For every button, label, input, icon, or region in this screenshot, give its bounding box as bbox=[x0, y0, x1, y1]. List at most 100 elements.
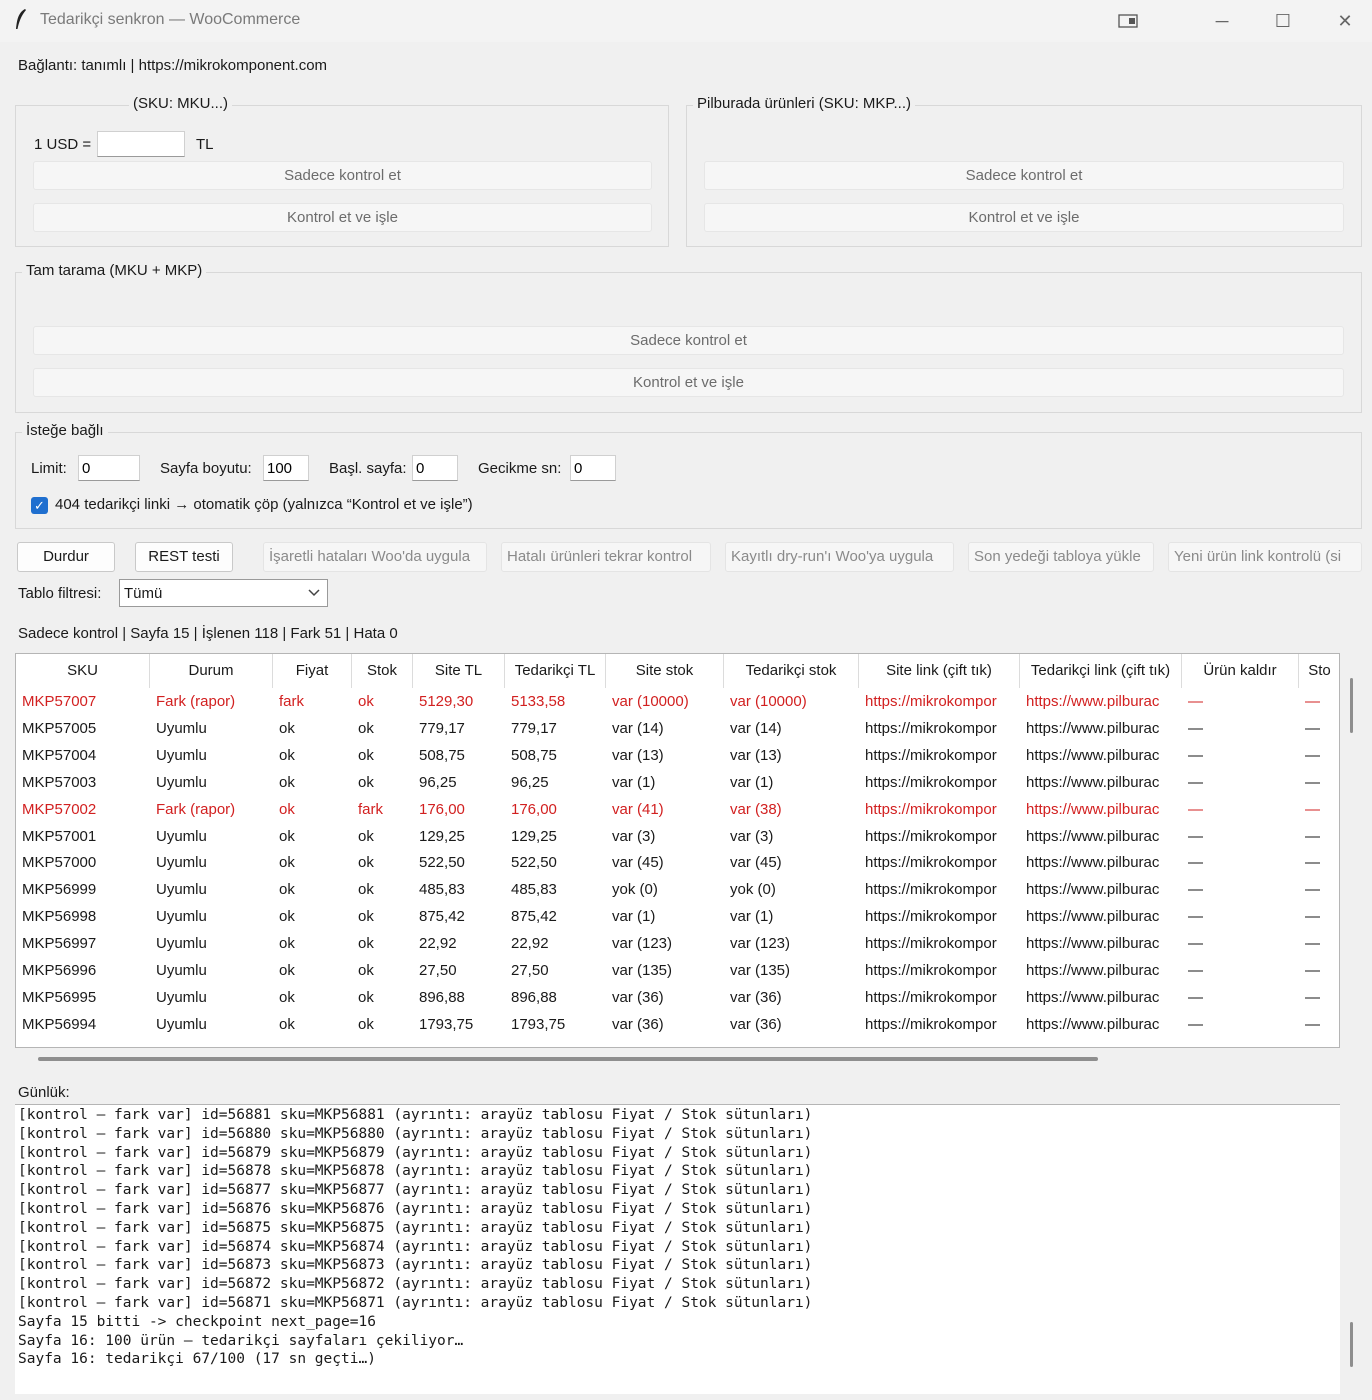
mku-check-only-button[interactable]: Sadece kontrol et bbox=[33, 161, 652, 190]
column-header-status[interactable]: Durum bbox=[150, 654, 273, 688]
column-header-site-stock[interactable]: Site stok bbox=[606, 654, 724, 688]
table-row[interactable]: MKP56994 Uyumlu ok ok 1793,75 1793,75 var (36)… bbox=[16, 1011, 1339, 1038]
column-header-site-tl[interactable]: Site TL bbox=[413, 654, 505, 688]
cell-stock: ok bbox=[358, 773, 374, 791]
results-table[interactable]: SKU Durum Fiyat Stok Site TL Tedarikçi TL Site… bbox=[15, 653, 1340, 1048]
cell-price: ok bbox=[279, 935, 295, 953]
cell-supplier-link[interactable]: https://www.pilburac bbox=[1020, 688, 1182, 715]
table-row[interactable]: MKP57007 Fark (rapor) fark ok 5129,30 5133,58… bbox=[16, 688, 1339, 715]
cell-site-link[interactable]: https://mikrokompor bbox=[859, 796, 1020, 823]
cell-site-link[interactable]: https://mikrokompor bbox=[859, 957, 1020, 984]
full-check-process-button[interactable]: Kontrol et ve işle bbox=[33, 368, 1344, 397]
column-header-remove[interactable]: Ürün kaldır bbox=[1182, 654, 1299, 688]
cell-price: ok bbox=[279, 773, 295, 791]
log-line: [kontrol – fark var] id=56879 sku=MKP568… bbox=[18, 1144, 813, 1161]
column-header-supplier-tl[interactable]: Tedarikçi TL bbox=[505, 654, 606, 688]
column-header-price[interactable]: Fiyat bbox=[273, 654, 352, 688]
cell-remove: — bbox=[1188, 773, 1203, 791]
apply-marked-errors-button[interactable]: İşaretli hataları Woo'da uygula bbox=[263, 542, 487, 572]
column-header-supplier-link[interactable]: Tedarikçi link (çift tık) bbox=[1020, 654, 1182, 688]
window-title: Tedarikçi senkron — WooCommerce bbox=[40, 11, 301, 28]
cell-supplier-tl: 779,17 bbox=[511, 719, 557, 737]
cell-status: Uyumlu bbox=[156, 719, 207, 737]
log-output[interactable]: [kontrol – fark var] id=56881 sku=MKP568… bbox=[15, 1104, 1340, 1394]
cell-supplier-link[interactable]: https://www.pilburac bbox=[1020, 849, 1182, 876]
snap-layout-icon[interactable] bbox=[1108, 8, 1148, 34]
cell-sku: MKP57003 bbox=[22, 773, 97, 791]
new-product-link-check-button[interactable]: Yeni ürün link kontrolü (si bbox=[1168, 542, 1362, 572]
stop-button[interactable]: Durdur bbox=[17, 542, 115, 572]
auto-trash-label[interactable]: 404 tedarikçi linki → otomatik çöp (yaln… bbox=[55, 496, 473, 513]
load-backup-button[interactable]: Son yedeği tabloya yükle bbox=[968, 542, 1154, 572]
table-row[interactable]: MKP57001 Uyumlu ok ok 129,25 129,25 var (3) var… bbox=[16, 823, 1339, 850]
cell-supplier-link[interactable]: https://www.pilburac bbox=[1020, 715, 1182, 742]
column-header-supplier-stock[interactable]: Tedarikçi stok bbox=[724, 654, 859, 688]
delay-input[interactable] bbox=[570, 455, 616, 481]
cell-site-link[interactable]: https://mikrokompor bbox=[859, 688, 1020, 715]
table-filter-label: Tablo filtresi: bbox=[18, 585, 102, 602]
mkp-check-only-button[interactable]: Sadece kontrol et bbox=[704, 161, 1344, 190]
table-row[interactable]: MKP57005 Uyumlu ok ok 779,17 779,17 var (14) va… bbox=[16, 715, 1339, 742]
title-bar[interactable]: Tedarikçi senkron — WooCommerce ─ ☐ ✕ bbox=[0, 0, 1372, 42]
table-row[interactable]: MKP56997 Uyumlu ok ok 22,92 22,92 var (123) var… bbox=[16, 930, 1339, 957]
cell-supplier-stock: var (1) bbox=[730, 908, 774, 926]
maximize-icon[interactable]: ☐ bbox=[1263, 8, 1303, 34]
cell-supplier-link[interactable]: https://www.pilburac bbox=[1020, 823, 1182, 850]
mkp-check-process-button[interactable]: Kontrol et ve işle bbox=[704, 203, 1344, 232]
cell-site-link[interactable]: https://mikrokompor bbox=[859, 769, 1020, 796]
page-size-input[interactable] bbox=[263, 455, 309, 481]
cell-site-link[interactable]: https://mikrokompor bbox=[859, 930, 1020, 957]
table-row[interactable]: MKP57003 Uyumlu ok ok 96,25 96,25 var (1) var (… bbox=[16, 769, 1339, 796]
minimize-icon[interactable]: ─ bbox=[1202, 8, 1242, 34]
limit-input[interactable] bbox=[78, 455, 140, 481]
table-horizontal-scrollbar[interactable] bbox=[38, 1057, 1098, 1061]
table-row[interactable]: MKP56995 Uyumlu ok ok 896,88 896,88 var (36) va… bbox=[16, 984, 1339, 1011]
cell-site-link[interactable]: https://mikrokompor bbox=[859, 876, 1020, 903]
cell-supplier-link[interactable]: https://www.pilburac bbox=[1020, 742, 1182, 769]
apply-dryrun-button[interactable]: Kayıtlı dry-run'ı Woo'ya uygula bbox=[725, 542, 954, 572]
table-row[interactable]: MKP56998 Uyumlu ok ok 875,42 875,42 var (1) var… bbox=[16, 903, 1339, 930]
cell-supplier-link[interactable]: https://www.pilburac bbox=[1020, 930, 1182, 957]
full-check-only-button[interactable]: Sadece kontrol et bbox=[33, 326, 1344, 355]
cell-remove: — bbox=[1188, 746, 1203, 764]
cell-supplier-link[interactable]: https://www.pilburac bbox=[1020, 876, 1182, 903]
cell-site-link[interactable]: https://mikrokompor bbox=[859, 1011, 1020, 1038]
table-filter-select[interactable]: Tümü bbox=[119, 579, 328, 607]
auto-trash-checkbox[interactable]: ✓ bbox=[31, 497, 48, 514]
usd-rate-input[interactable] bbox=[97, 131, 185, 157]
table-row[interactable]: MKP57004 Uyumlu ok ok 508,75 508,75 var (13) va… bbox=[16, 742, 1339, 769]
start-page-input[interactable] bbox=[412, 455, 458, 481]
column-header-sku[interactable]: SKU bbox=[16, 654, 150, 688]
cell-site-link[interactable]: https://mikrokompor bbox=[859, 742, 1020, 769]
cell-supplier-link[interactable]: https://www.pilburac bbox=[1020, 1011, 1182, 1038]
column-header-stock-extra[interactable]: Sto bbox=[1299, 654, 1339, 688]
rest-test-button[interactable]: REST testi bbox=[135, 542, 233, 572]
cell-supplier-link[interactable]: https://www.pilburac bbox=[1020, 957, 1182, 984]
recheck-errors-button[interactable]: Hatalı ürünleri tekrar kontrol bbox=[501, 542, 711, 572]
cell-supplier-link[interactable]: https://www.pilburac bbox=[1020, 769, 1182, 796]
cell-supplier-stock: var (135) bbox=[730, 962, 791, 979]
cell-site-link[interactable]: https://mikrokompor bbox=[859, 823, 1020, 850]
cell-remove: — bbox=[1188, 1015, 1203, 1033]
column-header-site-link[interactable]: Site link (çift tık) bbox=[859, 654, 1020, 688]
cell-supplier-link[interactable]: https://www.pilburac bbox=[1020, 903, 1182, 930]
cell-site-tl: 22,92 bbox=[419, 935, 457, 953]
cell-supplier-link[interactable]: https://www.pilburac bbox=[1020, 984, 1182, 1011]
table-row[interactable]: MKP57000 Uyumlu ok ok 522,50 522,50 var (45) va… bbox=[16, 849, 1339, 876]
table-row[interactable]: MKP56999 Uyumlu ok ok 485,83 485,83 yok (0) yok… bbox=[16, 876, 1339, 903]
cell-site-link[interactable]: https://mikrokompor bbox=[859, 984, 1020, 1011]
mku-check-process-button[interactable]: Kontrol et ve işle bbox=[33, 203, 652, 232]
log-vertical-scrollbar[interactable] bbox=[1350, 1322, 1353, 1367]
cell-site-link[interactable]: https://mikrokompor bbox=[859, 715, 1020, 742]
cell-site-link[interactable]: https://mikrokompor bbox=[859, 849, 1020, 876]
table-row[interactable]: MKP57002 Fark (rapor) ok fark 176,00 176,00 va… bbox=[16, 796, 1339, 823]
cell-supplier-tl: 5133,58 bbox=[511, 693, 566, 710]
cell-site-stock: var (41) bbox=[612, 800, 664, 818]
table-row[interactable]: MKP56996 Uyumlu ok ok 27,50 27,50 var (135) var… bbox=[16, 957, 1339, 984]
cell-supplier-tl: 1793,75 bbox=[511, 1015, 566, 1033]
cell-supplier-link[interactable]: https://www.pilburac bbox=[1020, 796, 1182, 823]
column-header-stock[interactable]: Stok bbox=[352, 654, 413, 688]
close-icon[interactable]: ✕ bbox=[1325, 8, 1365, 34]
table-vertical-scrollbar[interactable] bbox=[1350, 678, 1353, 733]
cell-site-link[interactable]: https://mikrokompor bbox=[859, 903, 1020, 930]
